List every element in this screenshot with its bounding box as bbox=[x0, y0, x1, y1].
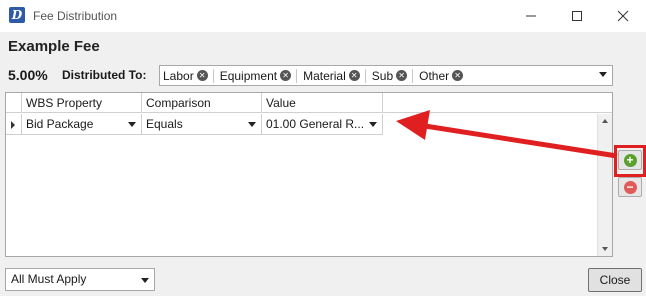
cell-value: Equals bbox=[146, 117, 183, 131]
minimize-button[interactable] bbox=[508, 0, 554, 32]
tag-separator bbox=[364, 68, 366, 83]
distributed-to-label: Distributed To: bbox=[62, 68, 147, 82]
maximize-button[interactable] bbox=[554, 0, 600, 32]
wbs-property-dropdown[interactable]: Bid Package bbox=[22, 114, 142, 135]
chevron-down-icon[interactable] bbox=[599, 72, 607, 77]
remove-tag-icon[interactable]: ✕ bbox=[196, 70, 208, 81]
remove-tag-icon[interactable]: ✕ bbox=[348, 70, 360, 81]
tag-equipment: Equipment ✕ bbox=[219, 68, 298, 83]
scroll-up-icon[interactable] bbox=[602, 119, 608, 123]
fee-name-heading: Example Fee bbox=[8, 38, 100, 55]
maximize-icon bbox=[572, 11, 582, 21]
fee-percent: 5.00% bbox=[8, 67, 48, 83]
remove-tag-icon[interactable]: ✕ bbox=[396, 70, 408, 81]
tag-other: Other ✕ bbox=[419, 68, 464, 83]
conditions-grid: WBS Property Comparison Value Bid Packag… bbox=[5, 92, 613, 257]
tag-label: Sub bbox=[371, 68, 394, 83]
annotation-highlight-box bbox=[614, 145, 646, 177]
minimize-icon bbox=[526, 15, 536, 17]
row-header-corner bbox=[6, 93, 22, 113]
vertical-scrollbar[interactable] bbox=[597, 114, 612, 256]
remove-tag-icon[interactable]: ✕ bbox=[280, 70, 292, 81]
table-row[interactable]: Bid Package Equals 01.00 General R... bbox=[6, 114, 597, 135]
tag-separator bbox=[212, 68, 214, 83]
tag-sub: Sub ✕ bbox=[371, 68, 414, 83]
title-bar: D Fee Distribution bbox=[0, 0, 646, 32]
apply-mode-value: All Must Apply bbox=[11, 272, 87, 286]
grid-header: WBS Property Comparison Value bbox=[6, 93, 612, 113]
tag-separator bbox=[412, 68, 414, 83]
cell-value: 01.00 General R... bbox=[266, 117, 365, 131]
tag-label: Other bbox=[419, 68, 450, 83]
chevron-down-icon bbox=[248, 122, 256, 127]
current-row-icon bbox=[11, 121, 15, 129]
tag-labor: Labor ✕ bbox=[163, 68, 214, 83]
tag-material: Material ✕ bbox=[303, 68, 366, 83]
column-header-value[interactable]: Value bbox=[262, 93, 383, 113]
column-header-comparison[interactable]: Comparison bbox=[142, 93, 262, 113]
column-header-wbs-property[interactable]: WBS Property bbox=[22, 93, 142, 113]
comparison-dropdown[interactable]: Equals bbox=[142, 114, 262, 135]
chevron-down-icon bbox=[141, 278, 149, 283]
distributed-to-multiselect[interactable]: Labor ✕ Equipment ✕ Material ✕ Sub ✕ Other ✕ bbox=[159, 65, 613, 86]
remove-row-button[interactable]: − bbox=[618, 177, 642, 197]
window-title: Fee Distribution bbox=[33, 9, 118, 23]
tag-separator bbox=[296, 68, 298, 83]
row-selector[interactable] bbox=[6, 114, 22, 135]
scroll-down-icon[interactable] bbox=[602, 247, 608, 251]
remove-tag-icon[interactable]: ✕ bbox=[452, 70, 464, 81]
chevron-down-icon bbox=[128, 122, 136, 127]
apply-mode-dropdown[interactable]: All Must Apply bbox=[5, 268, 155, 291]
minus-circle-icon: − bbox=[623, 180, 637, 194]
tag-label: Material bbox=[303, 68, 346, 83]
chevron-down-icon bbox=[369, 122, 377, 127]
value-dropdown[interactable]: 01.00 General R... bbox=[262, 114, 383, 135]
close-button[interactable]: Close bbox=[588, 268, 642, 292]
close-window-button[interactable] bbox=[600, 0, 646, 32]
tag-label: Labor bbox=[163, 68, 194, 83]
close-icon bbox=[617, 10, 629, 22]
cell-value: Bid Package bbox=[26, 117, 94, 131]
app-logo-icon: D bbox=[9, 7, 25, 23]
tag-label: Equipment bbox=[219, 68, 278, 83]
